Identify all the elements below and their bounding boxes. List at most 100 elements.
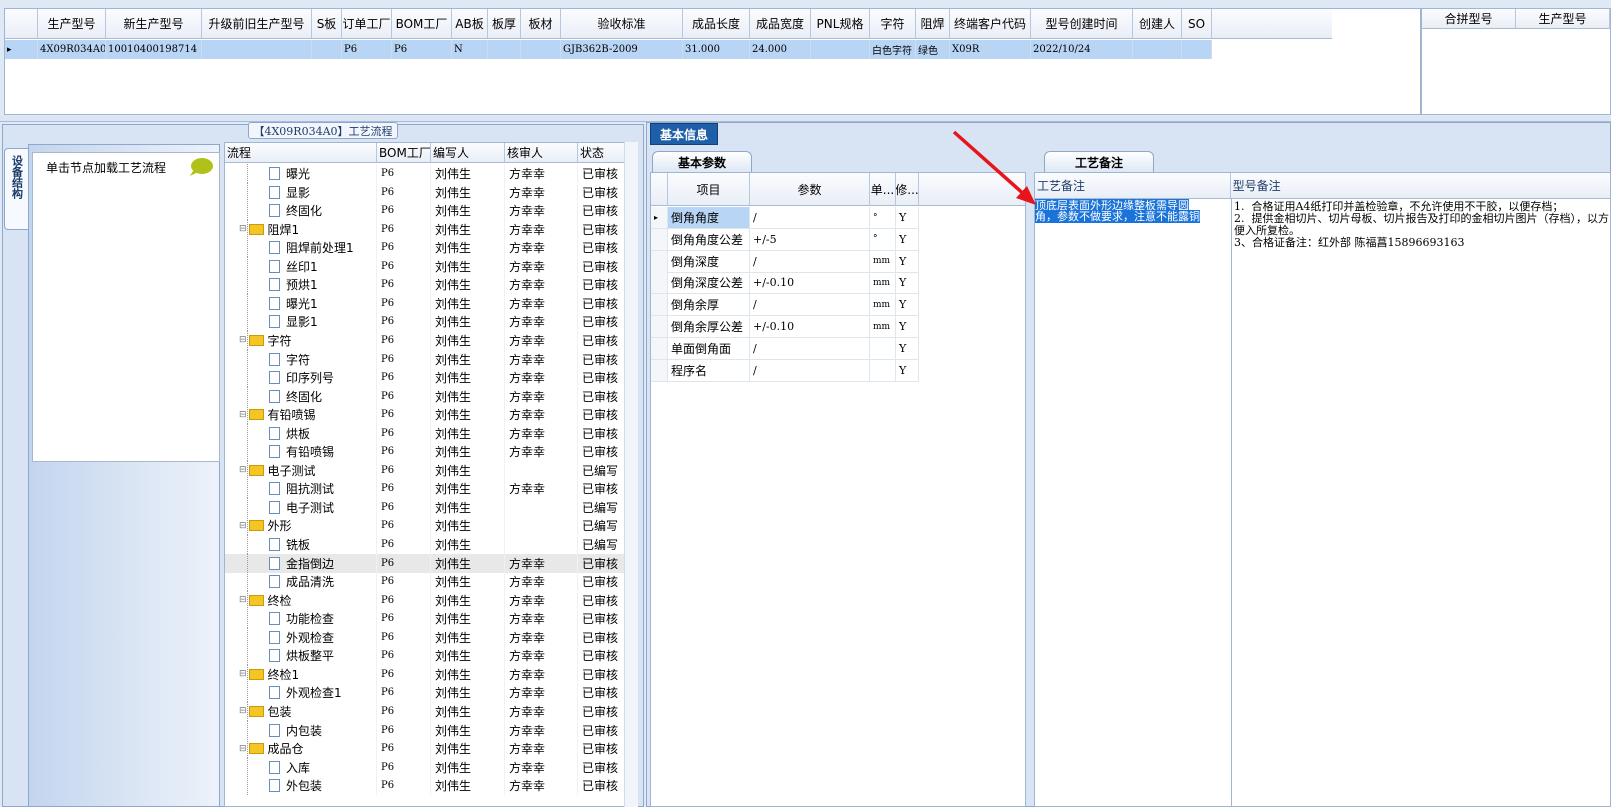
tree-writer-cell[interactable]: 刘伟生 xyxy=(431,219,505,239)
tree-bom-cell[interactable]: P6 xyxy=(377,776,431,796)
tree-writer-cell[interactable]: 刘伟生 xyxy=(431,293,505,313)
tree-bom-cell[interactable]: P6 xyxy=(377,497,431,517)
tree-writer-cell[interactable]: 刘伟生 xyxy=(431,739,505,759)
param-unit-cell[interactable]: mm xyxy=(870,272,896,294)
order-col-header[interactable]: 成品宽度 xyxy=(750,9,811,38)
tree-status-cell[interactable]: 已编写 xyxy=(578,516,627,536)
param-mod-cell[interactable]: Y xyxy=(896,272,919,294)
param-row-indicator[interactable]: ▸ xyxy=(651,207,668,228)
tree-reviewer-cell[interactable]: 方幸幸 xyxy=(505,368,578,388)
tree-status-cell[interactable]: 已编写 xyxy=(578,535,627,554)
tree-row[interactable]: 金指倒边 P6 刘伟生 方幸幸 已审核 xyxy=(225,553,627,573)
tree-node-cell[interactable]: 金指倒边 xyxy=(225,553,377,573)
param-col-mod[interactable]: 修... xyxy=(896,173,919,205)
tree-status-cell[interactable]: 已审核 xyxy=(578,479,627,499)
order-col-header[interactable]: SO xyxy=(1182,9,1212,38)
param-row-indicator[interactable] xyxy=(651,337,668,359)
tree-row[interactable]: ⊟ 字符 P6 刘伟生 方幸幸 已审核 xyxy=(225,330,627,350)
order-col-header[interactable]: 成品长度 xyxy=(683,9,750,38)
collapse-minus-icon[interactable]: ⊟ xyxy=(239,521,247,531)
tree-node-cell[interactable]: ⊟ 有铅喷锡 xyxy=(225,405,377,425)
param-value-cell[interactable]: +/-0.10 xyxy=(750,272,870,294)
param-unit-cell[interactable]: mm xyxy=(870,250,896,272)
tree-writer-cell[interactable]: 刘伟生 xyxy=(431,423,505,443)
tree-row[interactable]: ⊟ 有铅喷锡 P6 刘伟生 方幸幸 已审核 xyxy=(225,405,627,425)
device-structure-tab[interactable]: 设备结构 xyxy=(4,148,28,230)
tree-col-header[interactable]: BOM工厂 xyxy=(377,143,431,162)
tree-writer-cell[interactable]: 刘伟生 xyxy=(431,516,505,536)
tree-writer-cell[interactable]: 刘伟生 xyxy=(431,349,505,369)
tree-row[interactable]: 显影 P6 刘伟生 方幸幸 已审核 xyxy=(225,182,627,202)
order-cell[interactable]: 白色字符 xyxy=(870,40,916,59)
tree-status-cell[interactable]: 已审核 xyxy=(578,646,627,666)
tree-bom-cell[interactable]: P6 xyxy=(377,386,431,406)
order-grid[interactable]: 生产型号 新生产型号 升级前旧生产型号 S板 订单工厂 BOM工厂 AB板 板厚 板材 验收标准成… xyxy=(4,8,1421,115)
tree-row[interactable]: 字符 P6 刘伟生 方幸幸 已审核 xyxy=(225,349,627,369)
tree-writer-cell[interactable]: 刘伟生 xyxy=(431,757,505,777)
tree-writer-cell[interactable]: 刘伟生 xyxy=(431,627,505,647)
tree-row[interactable]: ⊟ 终检1 P6 刘伟生 方幸幸 已审核 xyxy=(225,664,627,684)
order-col-header[interactable]: 字符 xyxy=(870,9,916,38)
param-item-cell[interactable]: 倒角角度公差 xyxy=(668,228,750,250)
tree-status-cell[interactable]: 已审核 xyxy=(578,739,627,759)
tree-writer-cell[interactable]: 刘伟生 xyxy=(431,275,505,295)
tree-writer-cell[interactable]: 刘伟生 xyxy=(431,776,505,796)
tree-node-cell[interactable]: 曝光 xyxy=(225,164,377,183)
tree-status-cell[interactable]: 已审核 xyxy=(578,368,627,388)
row-indicator[interactable]: ▸ xyxy=(5,40,38,59)
tree-bom-cell[interactable]: P6 xyxy=(377,757,431,777)
tree-status-cell[interactable]: 已编写 xyxy=(578,497,627,517)
order-cell[interactable]: N xyxy=(452,40,488,59)
tree-status-cell[interactable]: 已审核 xyxy=(578,312,627,332)
collapse-minus-icon[interactable]: ⊟ xyxy=(239,669,247,679)
tree-status-cell[interactable]: 已审核 xyxy=(578,664,627,684)
tree-bom-cell[interactable]: P6 xyxy=(377,349,431,369)
param-mod-cell[interactable]: Y xyxy=(896,337,919,359)
order-cell[interactable]: 31.000 xyxy=(683,40,750,59)
tree-reviewer-cell[interactable]: 方幸幸 xyxy=(505,349,578,369)
tree-row[interactable]: 有铅喷锡 P6 刘伟生 方幸幸 已审核 xyxy=(225,442,627,462)
tree-status-cell[interactable]: 已审核 xyxy=(578,609,627,629)
tree-bom-cell[interactable]: P6 xyxy=(377,535,431,554)
param-value-cell[interactable]: +/-0.10 xyxy=(750,316,870,337)
tree-row[interactable]: 显影1 P6 刘伟生 方幸幸 已审核 xyxy=(225,312,627,332)
param-value-cell[interactable]: +/-5 xyxy=(750,228,870,250)
tree-bom-cell[interactable]: P6 xyxy=(377,275,431,295)
order-col-header[interactable]: AB板 xyxy=(452,9,488,38)
tree-reviewer-cell[interactable]: 方幸幸 xyxy=(505,776,578,796)
tree-row[interactable]: 曝光1 P6 刘伟生 方幸幸 已审核 xyxy=(225,293,627,313)
param-item-cell[interactable]: 程序名 xyxy=(668,359,750,381)
param-value-cell[interactable]: / xyxy=(750,359,870,381)
tree-bom-cell[interactable]: P6 xyxy=(377,627,431,647)
tree-status-cell[interactable]: 已审核 xyxy=(578,349,627,369)
tree-node-cell[interactable]: 外包装 xyxy=(225,776,377,796)
tree-row[interactable]: 终固化 P6 刘伟生 方幸幸 已审核 xyxy=(225,201,627,221)
order-cell[interactable]: 2022/10/24 xyxy=(1031,40,1133,59)
param-value-cell[interactable]: / xyxy=(750,294,870,316)
tree-bom-cell[interactable]: P6 xyxy=(377,164,431,183)
tree-status-cell[interactable]: 已审核 xyxy=(578,757,627,777)
param-unit-cell[interactable]: ° xyxy=(870,228,896,250)
tree-row[interactable]: 入库 P6 刘伟生 方幸幸 已审核 xyxy=(225,757,627,777)
tree-row[interactable]: 曝光 P6 刘伟生 方幸幸 已审核 xyxy=(225,164,627,183)
tree-writer-cell[interactable]: 刘伟生 xyxy=(431,590,505,610)
tree-reviewer-cell[interactable]: 方幸幸 xyxy=(505,219,578,239)
order-col-header[interactable]: 终端客户代码 xyxy=(950,9,1031,38)
param-col-item[interactable]: 项目 xyxy=(668,173,750,205)
tree-bom-cell[interactable]: P6 xyxy=(377,739,431,759)
tree-reviewer-cell[interactable]: 方幸幸 xyxy=(505,386,578,406)
tree-status-cell[interactable]: 已审核 xyxy=(578,442,627,462)
tree-node-cell[interactable]: 外观检查1 xyxy=(225,683,377,703)
tree-writer-cell[interactable]: 刘伟生 xyxy=(431,330,505,350)
tree-bom-cell[interactable]: P6 xyxy=(377,590,431,610)
param-item-cell[interactable]: 倒角余厚公差 xyxy=(668,316,750,337)
process-note-textarea[interactable]: 顶底层表面外形边缘整板需导圆角，参数不做要求，注意不能露铜 xyxy=(1035,199,1207,240)
tree-writer-cell[interactable]: 刘伟生 xyxy=(431,664,505,684)
tree-node-cell[interactable]: ⊟ 电子测试 xyxy=(225,460,377,480)
tree-status-cell[interactable]: 已审核 xyxy=(578,330,627,350)
param-item-cell[interactable]: 倒角深度公差 xyxy=(668,272,750,294)
tree-node-cell[interactable]: ⊟ 终检 xyxy=(225,590,377,610)
param-item-cell[interactable]: 倒角角度 xyxy=(668,207,750,228)
order-col-header[interactable]: 板厚 xyxy=(488,9,521,38)
tree-row[interactable]: ⊟ 阻焊1 P6 刘伟生 方幸幸 已审核 xyxy=(225,219,627,239)
